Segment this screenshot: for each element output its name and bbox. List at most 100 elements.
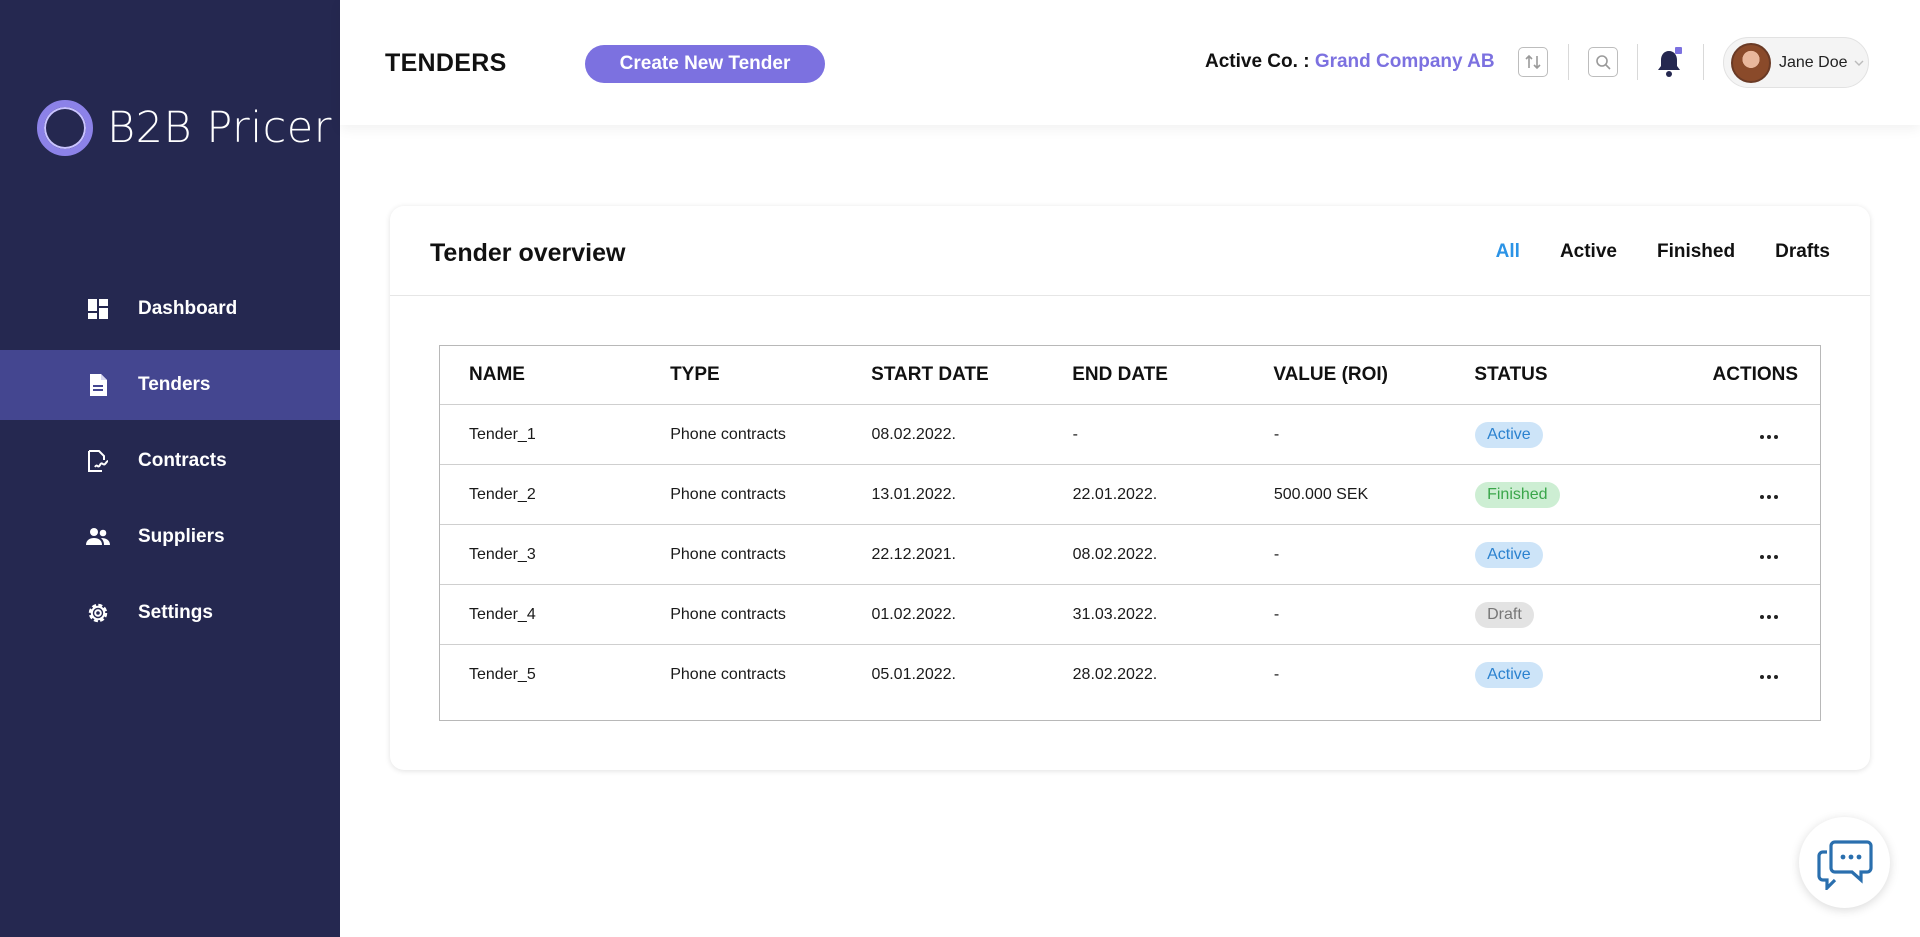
more-actions-icon[interactable] <box>1760 614 1779 619</box>
more-actions-icon[interactable] <box>1760 494 1779 499</box>
header-divider <box>1568 44 1569 80</box>
actions-cell <box>1676 606 1820 624</box>
status-cell: Finished <box>1475 481 1676 508</box>
more-actions-icon[interactable] <box>1760 434 1779 439</box>
filter-active[interactable]: Active <box>1560 241 1617 263</box>
table-row[interactable]: Tender_2 Phone contracts 13.01.2022. 22.… <box>440 465 1820 525</box>
status-cell: Active <box>1475 541 1676 568</box>
tender-value: 500.000 SEK <box>1273 485 1369 503</box>
sidebar-item-tenders[interactable]: Tenders <box>0 350 340 420</box>
column-header-type[interactable]: TYPE <box>670 364 871 386</box>
tender-type: Phone contracts <box>670 425 786 443</box>
table-row[interactable]: Tender_4 Phone contracts 01.02.2022. 31.… <box>440 585 1820 645</box>
status-badge: Active <box>1475 541 1543 568</box>
user-name: Jane Doe <box>1779 53 1848 71</box>
tender-start-date: 13.01.2022. <box>871 485 956 503</box>
more-actions-icon[interactable] <box>1760 675 1779 679</box>
status-badge: Active <box>1475 421 1543 448</box>
notification-badge <box>1675 47 1682 54</box>
dashboard-icon <box>85 296 111 322</box>
chevron-down-icon <box>1854 60 1863 66</box>
tender-end-date: 22.01.2022. <box>1072 485 1158 503</box>
column-header-start-date[interactable]: START DATE <box>871 364 1072 386</box>
filter-drafts[interactable]: Drafts <box>1775 241 1830 263</box>
column-header-end-date[interactable]: END DATE <box>1072 364 1273 386</box>
search-button[interactable] <box>1588 47 1618 77</box>
table-row[interactable]: Tender_1 Phone contracts 08.02.2022. - -… <box>440 405 1820 465</box>
tenders-table: NAME TYPE START DATE END DATE VALUE (ROI… <box>439 345 1821 721</box>
sidebar-item-label: Contracts <box>138 450 227 471</box>
tender-start-date: 08.02.2022. <box>871 425 956 443</box>
actions-cell <box>1676 546 1820 564</box>
sidebar-item-label: Dashboard <box>138 298 238 319</box>
sidebar-item-dashboard[interactable]: Dashboard <box>0 274 340 344</box>
create-new-tender-button[interactable]: Create New Tender <box>585 45 825 83</box>
avatar <box>1731 42 1771 83</box>
tender-value: - <box>1273 605 1280 623</box>
tender-name: Tender_3 <box>469 545 536 563</box>
status-cell: Draft <box>1475 601 1676 628</box>
column-header-actions: ACTIONS <box>1712 364 1799 385</box>
tender-name: Tender_5 <box>469 666 536 683</box>
page-title: TENDERS <box>385 49 507 77</box>
column-header-status[interactable]: STATUS <box>1474 364 1675 386</box>
status-badge: Finished <box>1475 481 1560 508</box>
sidebar-item-settings[interactable]: Settings <box>0 578 340 648</box>
table-row[interactable]: Tender_3 Phone contracts 22.12.2021. 08.… <box>440 525 1820 585</box>
header-divider <box>1703 44 1704 80</box>
logo-ring-icon <box>37 100 93 156</box>
logo-text: B2B Pricer <box>107 103 332 153</box>
people-icon <box>85 524 111 550</box>
tender-value: - <box>1273 545 1280 563</box>
tender-type: Phone contracts <box>670 485 786 503</box>
actions-cell <box>1676 426 1820 444</box>
status-badge: Active <box>1475 662 1543 688</box>
column-header-name[interactable]: NAME <box>469 364 670 386</box>
active-company-label: Active Co. : <box>1205 51 1310 72</box>
gear-icon <box>85 600 111 626</box>
user-menu[interactable]: Jane Doe <box>1723 37 1869 88</box>
contract-signature-icon <box>85 448 111 474</box>
tender-start-date: 01.02.2022. <box>871 605 956 623</box>
status-cell: Active <box>1475 421 1676 448</box>
chat-support-button[interactable] <box>1799 817 1890 908</box>
chat-bubble-icon <box>1816 839 1873 890</box>
sidebar-item-label: Suppliers <box>138 526 225 547</box>
status-badge: Draft <box>1475 601 1534 628</box>
card-header: Tender overview All Active Finished Draf… <box>390 206 1870 296</box>
sidebar-item-suppliers[interactable]: Suppliers <box>0 502 340 572</box>
tender-end-date: 28.02.2022. <box>1072 666 1158 683</box>
table-header-row: NAME TYPE START DATE END DATE VALUE (ROI… <box>440 346 1820 405</box>
app-logo[interactable]: B2B Pricer <box>37 100 332 156</box>
swap-arrows-icon <box>1525 54 1541 70</box>
document-icon <box>85 372 111 398</box>
tender-end-date: 31.03.2022. <box>1072 605 1158 623</box>
filter-all[interactable]: All <box>1496 241 1520 263</box>
tender-name: Tender_2 <box>469 485 536 503</box>
card-title: Tender overview <box>430 239 626 267</box>
table-row[interactable]: Tender_5 Phone contracts 05.01.2022. 28.… <box>440 645 1820 705</box>
status-filters: All Active Finished Drafts <box>1496 241 1830 263</box>
tender-type: Phone contracts <box>670 605 786 623</box>
sidebar-item-label: Settings <box>138 602 213 623</box>
actions-cell <box>1676 486 1820 504</box>
header-divider <box>1637 44 1638 80</box>
search-icon <box>1596 55 1611 70</box>
tender-end-date: - <box>1072 425 1078 443</box>
active-company-name[interactable]: Grand Company AB <box>1315 51 1495 72</box>
tender-name: Tender_4 <box>469 605 536 623</box>
switch-company-button[interactable] <box>1518 47 1548 77</box>
tender-end-date: 08.02.2022. <box>1072 545 1158 563</box>
filter-finished[interactable]: Finished <box>1657 241 1735 263</box>
tender-type: Phone contracts <box>670 666 786 683</box>
sidebar-item-contracts[interactable]: Contracts <box>0 426 340 496</box>
status-cell: Active <box>1475 662 1676 688</box>
tender-start-date: 22.12.2021. <box>871 545 956 563</box>
sidebar-nav: Dashboard Tenders Contracts Suppliers Se… <box>0 274 340 654</box>
column-header-value[interactable]: VALUE (ROI) <box>1273 364 1474 386</box>
tender-type: Phone contracts <box>670 545 786 563</box>
tender-value: - <box>1273 666 1280 683</box>
tender-start-date: 05.01.2022. <box>871 666 956 683</box>
sidebar-item-label: Tenders <box>138 374 211 395</box>
more-actions-icon[interactable] <box>1760 554 1779 559</box>
